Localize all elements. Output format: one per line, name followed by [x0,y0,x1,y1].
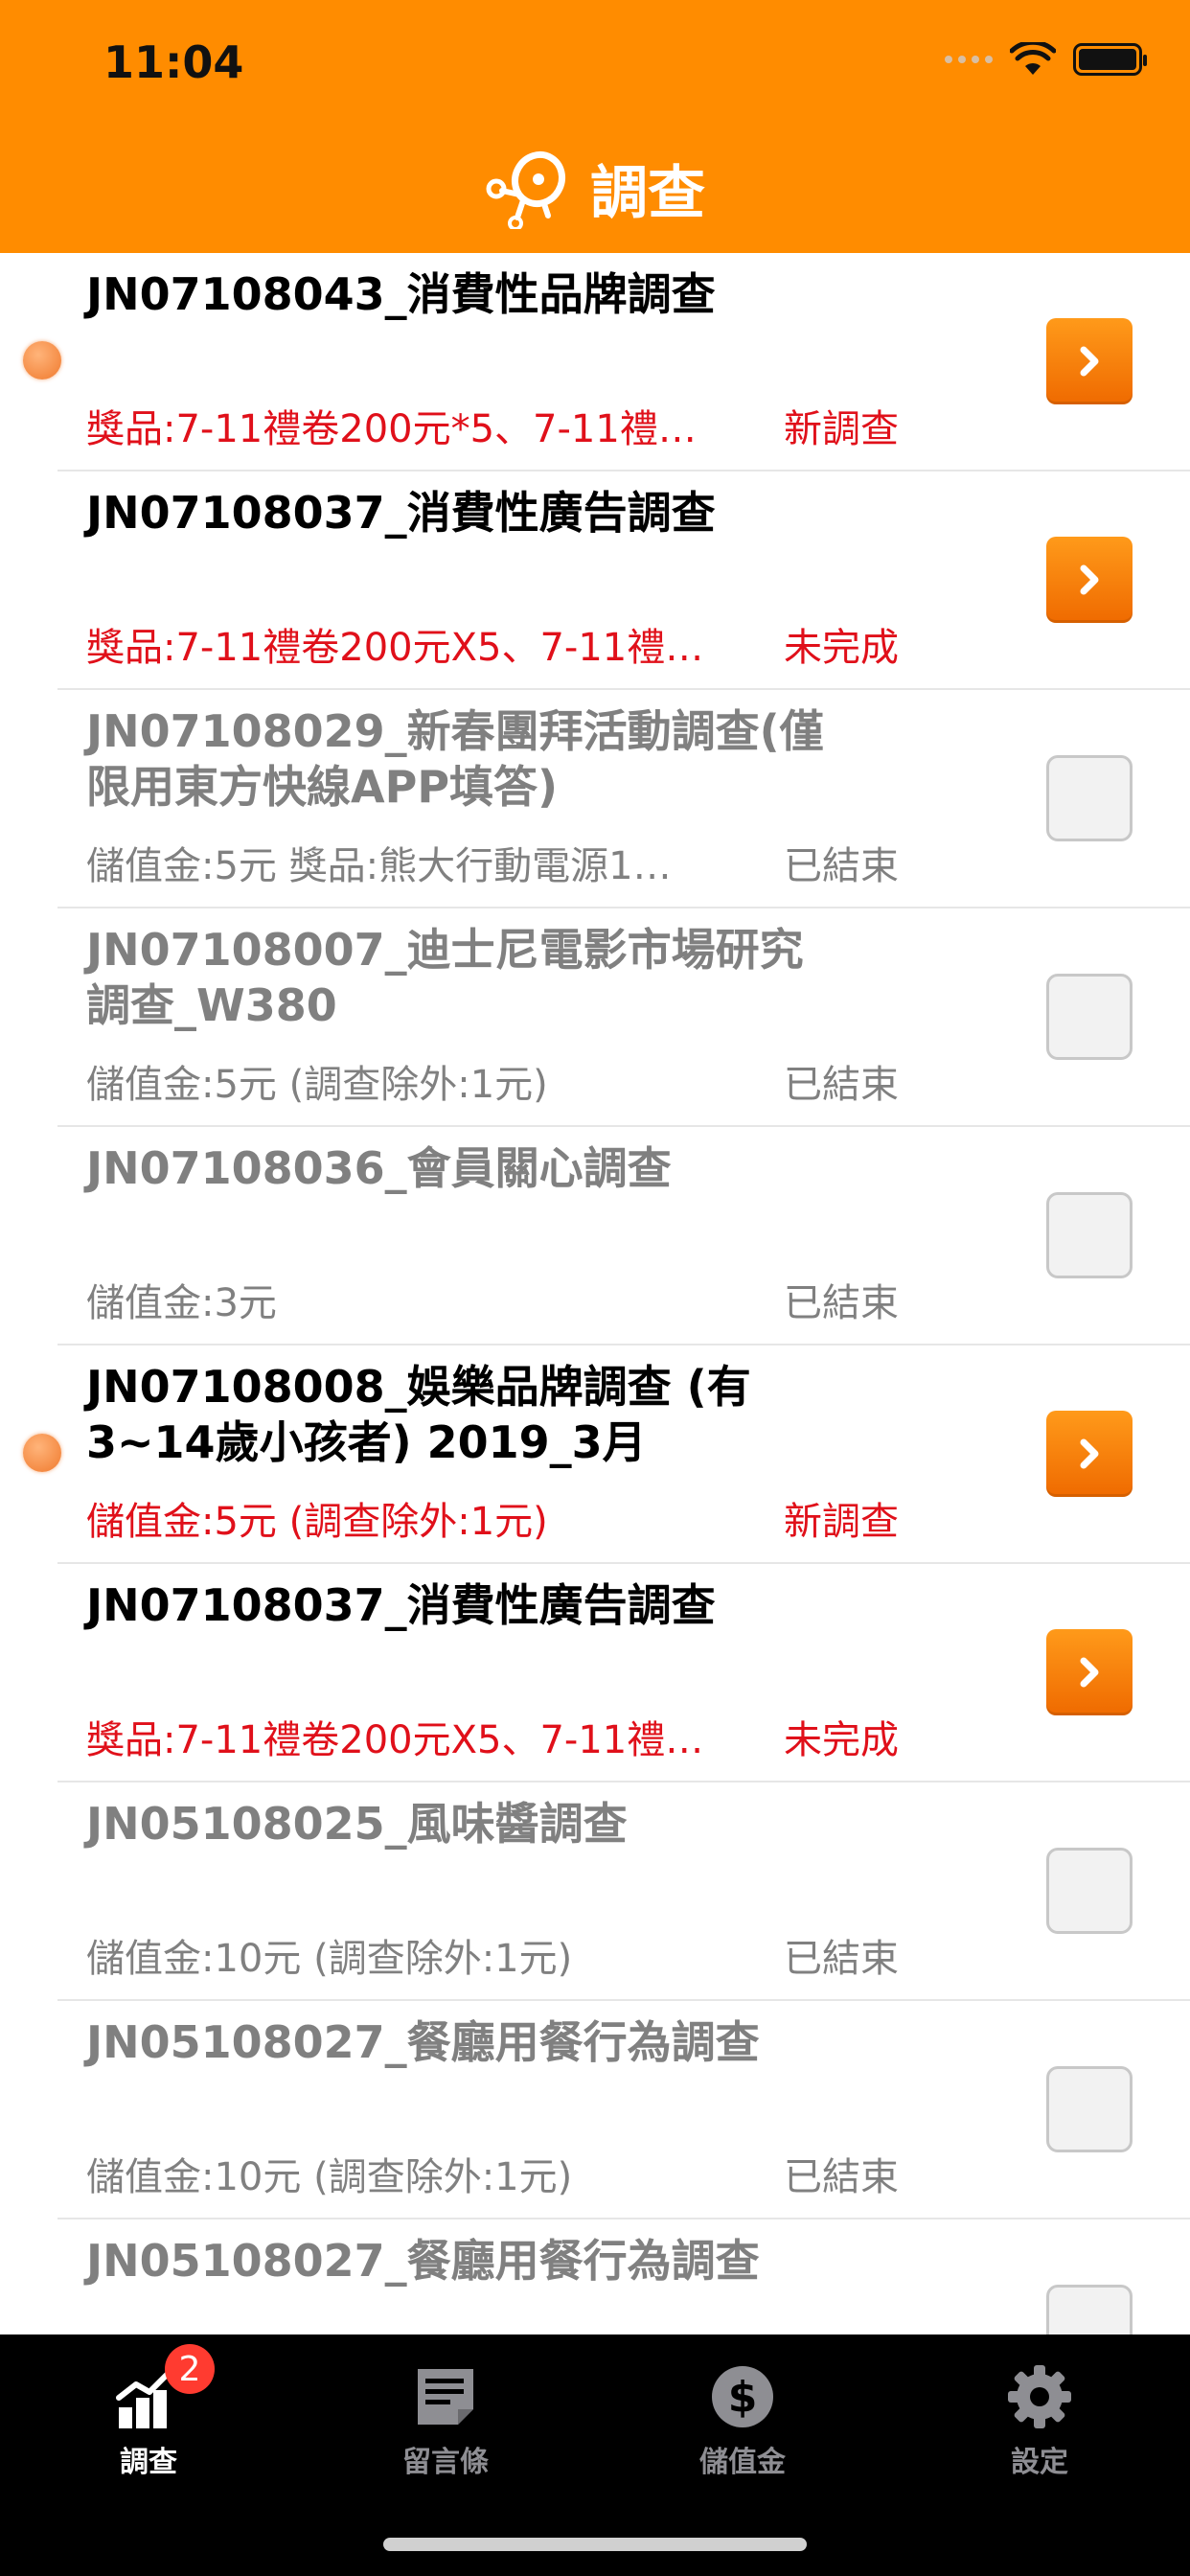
home-indicator[interactable] [383,2538,807,2551]
signal-icon [945,56,993,63]
survey-title: JN05108027_餐廳用餐行為調查 [86,2016,760,2068]
tab-settings[interactable]: 設定 [891,2334,1188,2497]
survey-title: JN05108027_餐廳用餐行為調查 [86,2235,760,2287]
gear-icon [1006,2354,1073,2430]
survey-reward: 儲值金:5元 (調查除外:1元) [86,1500,548,1544]
survey-status: 已結束 [784,2155,899,2199]
svg-text:$: $ [728,2373,758,2422]
chevron-right-icon [1080,1657,1099,1688]
dollar-icon: $ [709,2354,776,2430]
tab-survey[interactable]: 2 調查 [0,2334,297,2497]
survey-row[interactable]: JN07108043_消費性品牌調查 獎品:7-11禮卷200元*5、7-11禮… [0,253,1190,472]
survey-title: JN07108007_迪士尼電影市場研究調查_W380 [86,924,804,1031]
wifi-icon [1010,42,1056,75]
new-indicator-dot [23,341,61,380]
tab-label: 儲值金 [699,2446,786,2479]
survey-title: JN05108025_風味醬調查 [86,1798,628,1850]
survey-row[interactable]: JN07108037_消費性廣告調查 獎品:7-11禮卷200元X5、7-11禮… [0,1564,1190,1782]
survey-title: JN07108029_新春團拜活動調查(僅限用東方快線APP填答) [86,705,824,813]
survey-row[interactable]: JN05108027_餐廳用餐行為調查 儲值金:10元 (調查除外:1元) 已結… [0,2001,1190,2220]
survey-reward: 獎品:7-11禮卷200元X5、7-11禮… [86,626,704,670]
survey-status: 未完成 [784,626,899,670]
survey-row[interactable]: JN05108025_風味醬調查 儲值金:10元 (調查除外:1元) 已結束 [0,1782,1190,2001]
survey-row[interactable]: JN07108036_會員關心調查 儲值金:3元 已結束 [0,1127,1190,1346]
survey-logo-icon [486,150,566,229]
survey-title: JN07108036_會員關心調查 [86,1142,672,1194]
survey-status: 已結束 [784,1281,899,1325]
survey-status: 新調查 [784,407,899,451]
battery-icon [1073,43,1147,76]
survey-status: 新調查 [784,1500,899,1544]
survey-list: JN07108043_消費性品牌調查 獎品:7-11禮卷200元*5、7-11禮… [0,253,1190,2438]
page-title: 調查 [590,159,705,227]
disabled-survey-button [1046,2066,1133,2152]
survey-reward: 儲值金:3元 [86,1281,277,1325]
chevron-right-icon [1080,346,1099,377]
survey-reward: 儲值金:10元 (調查除外:1元) [86,1937,573,1981]
go-survey-button[interactable] [1046,537,1133,623]
survey-title: JN07108008_娛樂品牌調查 (有3~14歲小孩者) 2019_3月 [86,1361,751,1468]
go-survey-button[interactable] [1046,1629,1133,1715]
nav-title: 調查 [0,144,1190,232]
chevron-right-icon [1080,564,1099,595]
disabled-survey-button [1046,1192,1133,1278]
survey-reward: 儲值金:10元 (調查除外:1元) [86,2155,573,2199]
page: 11:04 調查 JN07108043_消費性品牌調查 獎品:7-11禮卷200… [0,0,1190,2576]
status-time: 11:04 [103,36,244,88]
tab-label: 留言條 [402,2446,489,2479]
tab-credit[interactable]: $ 儲值金 [594,2334,891,2497]
header: 11:04 調查 [0,0,1190,253]
disabled-survey-button [1046,755,1133,841]
survey-reward: 獎品:7-11禮卷200元*5、7-11禮… [86,407,697,451]
survey-reward: 儲值金:5元 獎品:熊大行動電源1… [86,844,672,888]
survey-status: 已結束 [784,844,899,888]
go-survey-button[interactable] [1046,1411,1133,1497]
disabled-survey-button [1046,1848,1133,1934]
survey-reward: 儲值金:5元 (調查除外:1元) [86,1063,548,1107]
tab-notes[interactable]: 留言條 [297,2334,594,2497]
notification-badge: 2 [165,2344,215,2394]
chart-icon: 2 [115,2344,215,2430]
tab-label: 設定 [1011,2446,1068,2479]
survey-title: JN07108043_消費性品牌調查 [86,268,716,320]
tab-label: 調查 [120,2446,177,2479]
chevron-right-icon [1080,1438,1099,1469]
survey-row[interactable]: JN07108008_娛樂品牌調查 (有3~14歲小孩者) 2019_3月 儲值… [0,1346,1190,1564]
survey-row[interactable]: JN07108037_消費性廣告調查 獎品:7-11禮卷200元X5、7-11禮… [0,472,1190,690]
survey-status: 已結束 [784,1937,899,1981]
status-icons [945,42,1147,77]
survey-reward: 獎品:7-11禮卷200元X5、7-11禮… [86,1718,704,1762]
survey-row[interactable]: JN07108007_迪士尼電影市場研究調查_W380 儲值金:5元 (調查除外… [0,908,1190,1127]
survey-title: JN07108037_消費性廣告調查 [86,487,716,539]
go-survey-button[interactable] [1046,318,1133,404]
survey-title: JN07108037_消費性廣告調查 [86,1579,716,1631]
note-icon [412,2354,479,2430]
survey-status: 已結束 [784,1063,899,1107]
new-indicator-dot [23,1434,61,1472]
survey-status: 未完成 [784,1718,899,1762]
survey-row[interactable]: JN07108029_新春團拜活動調查(僅限用東方快線APP填答) 儲值金:5元… [0,690,1190,908]
disabled-survey-button [1046,974,1133,1060]
